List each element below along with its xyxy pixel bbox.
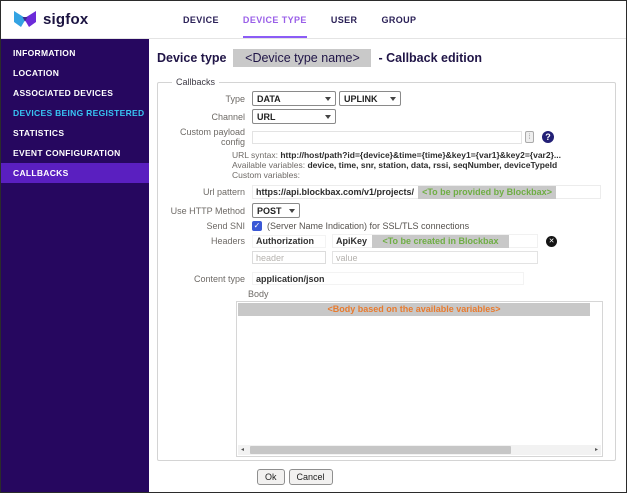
sidebar-item-associated-devices[interactable]: ASSOCIATED DEVICES: [1, 83, 149, 103]
header-value-tail-1: [509, 235, 537, 248]
channel-label: Channel: [211, 111, 245, 122]
http-method-label: Use HTTP Method: [170, 205, 245, 216]
sigfox-logo: sigfox: [1, 1, 151, 38]
device-type-name-chip: <Device type name>: [233, 49, 372, 67]
channel-row: Channel URL: [168, 109, 605, 124]
available-variables-value: device, time, snr, station, data, rssi, …: [307, 159, 558, 170]
main-nav: DEVICE DEVICE TYPE USER GROUP: [183, 1, 416, 38]
header-name-input-2[interactable]: [252, 251, 326, 265]
header-row-2: [168, 251, 605, 265]
send-sni-note: (Server Name Indication) for SSL/TLS con…: [267, 221, 470, 232]
help-icon[interactable]: ?: [542, 131, 554, 143]
sigfox-backend-window: sigfox DEVICE DEVICE TYPE USER GROUP INF…: [0, 0, 627, 493]
scroll-left-icon[interactable]: ◂: [238, 445, 247, 455]
content-type-label: Content type: [193, 273, 245, 284]
sidebar-item-statistics[interactable]: STATISTICS: [1, 123, 149, 143]
sidebar-item-information[interactable]: INFORMATION: [1, 43, 149, 63]
content-type-input[interactable]: [252, 272, 524, 286]
nav-tab-user[interactable]: USER: [331, 1, 358, 38]
sidebar-item-callbacks[interactable]: CALLBACKS: [1, 163, 149, 183]
custom-variables-label: Custom variables:: [232, 169, 301, 180]
http-method-select-value: POST: [257, 205, 282, 216]
page-title-prefix: Device type: [157, 51, 227, 65]
main-content: Device type <Device type name> - Callbac…: [149, 39, 626, 492]
ok-button[interactable]: Ok: [257, 469, 285, 485]
type-select-value: DATA: [257, 93, 281, 104]
brand-name: sigfox: [43, 11, 89, 28]
url-pattern-value: https://api.blockbax.com/v1/projects/: [256, 187, 415, 198]
available-variables-label: Available variables:: [232, 159, 306, 170]
nav-tab-device-type[interactable]: DEVICE TYPE: [242, 1, 307, 38]
header-name-input-1[interactable]: [252, 234, 326, 248]
chevron-down-icon: [325, 114, 331, 119]
sidebar-item-devices-being-registered[interactable]: DEVICES BEING REGISTERED: [1, 103, 149, 123]
type-select[interactable]: DATA: [252, 91, 336, 106]
chevron-down-icon: [325, 96, 331, 101]
custom-payload-input[interactable]: [252, 130, 522, 144]
header-value-input-1[interactable]: ApiKey <To be created in Blockbax projec…: [332, 234, 538, 249]
custom-payload-label: Custom payload config: [179, 127, 245, 147]
chevron-down-icon: [390, 96, 396, 101]
send-sni-row: Send SNI ✓ (Server Name Indication) for …: [168, 221, 605, 232]
payload-config-editor-icon[interactable]: ⁞: [525, 131, 534, 143]
content-type-row: Content type: [168, 272, 605, 286]
callbacks-fieldset: Callbacks Type DATA UPLINK Channel URL C…: [157, 77, 616, 461]
scroll-right-icon[interactable]: ▸: [592, 445, 601, 455]
url-syntax-label: URL syntax:: [232, 150, 278, 160]
http-method-row: Use HTTP Method POST: [168, 203, 605, 219]
body-placeholder: <Body based on the available variables>: [238, 303, 590, 317]
channel-select[interactable]: URL: [252, 109, 336, 124]
page-title-suffix: - Callback edition: [378, 51, 482, 65]
header-value-prefix-1: ApiKey: [336, 236, 368, 247]
direction-select-value: UPLINK: [344, 93, 378, 104]
form-actions: Ok Cancel: [257, 469, 618, 485]
header-value-placeholder-1: <To be created in Blockbax project>: [372, 234, 509, 248]
direction-select[interactable]: UPLINK: [339, 91, 401, 106]
top-header: sigfox DEVICE DEVICE TYPE USER GROUP: [1, 1, 626, 39]
scrollbar-thumb[interactable]: [250, 446, 512, 455]
sigfox-butterfly-icon: [13, 9, 37, 30]
url-syntax-help: URL syntax: http://host/path?id={device}…: [232, 150, 605, 180]
channel-select-value: URL: [257, 111, 276, 122]
send-sni-label: Send SNI: [206, 221, 245, 232]
url-pattern-label: Url pattern: [202, 187, 245, 198]
body-textarea[interactable]: <Body based on the available variables> …: [236, 301, 603, 458]
custom-payload-row: Custom payload config ⁞ ?: [168, 127, 605, 147]
header-row-1: Headers ApiKey <To be created in Blockba…: [168, 234, 605, 249]
chevron-down-icon: [289, 208, 295, 213]
sidebar-item-event-configuration[interactable]: EVENT CONFIGURATION: [1, 143, 149, 163]
send-sni-checkbox[interactable]: ✓: [252, 221, 262, 232]
headers-label: Headers: [210, 236, 245, 247]
url-syntax-value: http://host/path?id={device}&time={time}…: [280, 150, 561, 160]
type-row: Type DATA UPLINK: [168, 91, 605, 106]
callbacks-legend: Callbacks: [176, 77, 216, 87]
body-label: Body: [248, 289, 269, 300]
http-method-select[interactable]: POST: [252, 203, 300, 219]
body-horizontal-scrollbar[interactable]: ◂ ▸: [238, 445, 601, 456]
url-pattern-placeholder: <To be provided by Blockbax>: [418, 185, 556, 199]
url-pattern-input-tail: [556, 186, 600, 199]
header-value-input-2[interactable]: [332, 251, 538, 265]
remove-header-icon[interactable]: ✕: [546, 235, 557, 247]
url-pattern-input[interactable]: https://api.blockbax.com/v1/projects/ <T…: [252, 185, 601, 200]
page-title: Device type <Device type name> - Callbac…: [157, 49, 618, 67]
url-pattern-row: Url pattern https://api.blockbax.com/v1/…: [168, 185, 605, 200]
nav-tab-device[interactable]: DEVICE: [183, 1, 219, 38]
sidebar-item-location[interactable]: LOCATION: [1, 63, 149, 83]
type-label: Type: [225, 93, 245, 104]
cancel-button[interactable]: Cancel: [288, 469, 333, 485]
nav-tab-group[interactable]: GROUP: [381, 1, 416, 38]
sidebar: INFORMATION LOCATION ASSOCIATED DEVICES …: [1, 39, 149, 492]
